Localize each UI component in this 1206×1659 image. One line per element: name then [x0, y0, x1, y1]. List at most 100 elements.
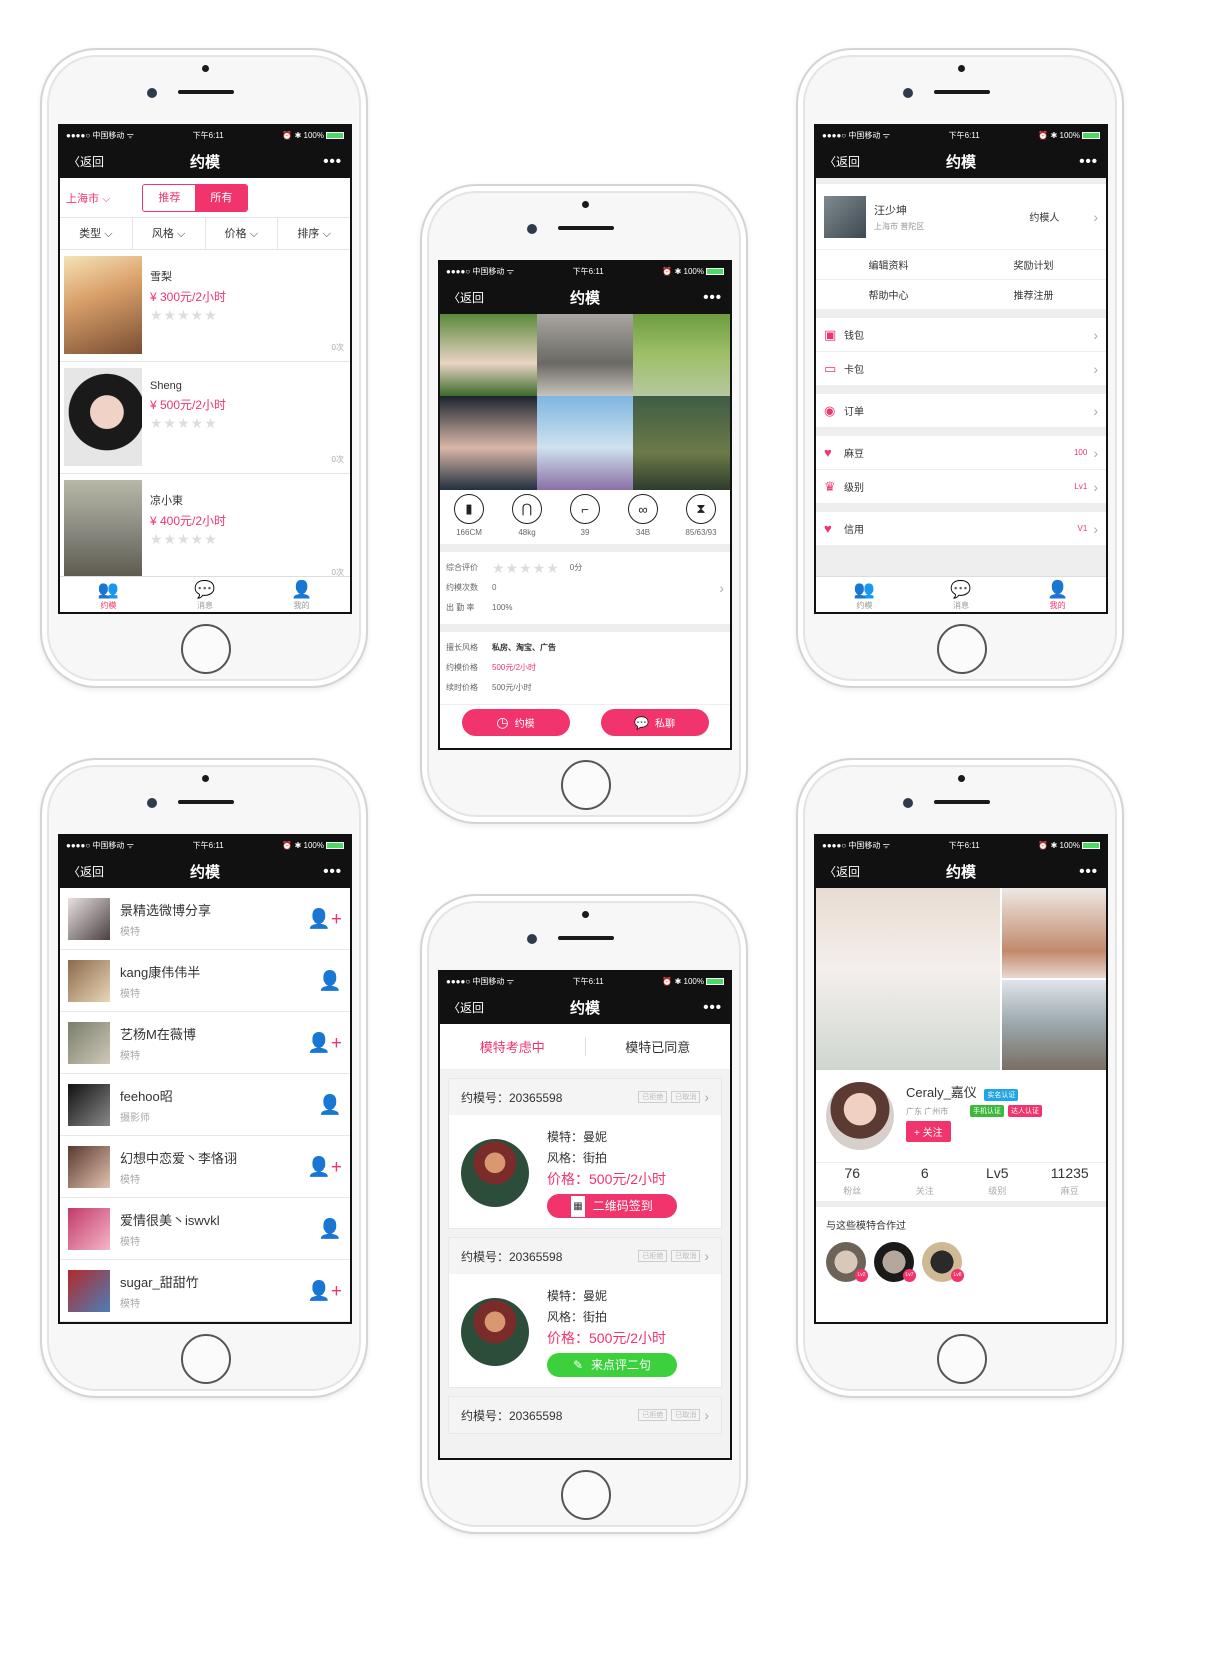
collaborator-avatar[interactable]: Lv2	[826, 1242, 868, 1282]
home-button[interactable]	[561, 760, 611, 810]
list-item[interactable]: 雪梨 ¥ 300元/2小时 ★★★★★ 0次	[60, 250, 350, 362]
follow-user-icon[interactable]: 👤+	[307, 1155, 342, 1179]
spec-cup: ∞ 34B	[614, 490, 672, 544]
list-item[interactable]: feehoo昭 摄影师 👤	[60, 1074, 350, 1136]
back-button[interactable]: 〈返回	[448, 289, 484, 306]
tab-messages[interactable]: 💬 消息	[157, 577, 254, 612]
nav-bar: 〈返回 约模 •••	[816, 144, 1106, 178]
home-button[interactable]	[561, 1470, 611, 1520]
list-item[interactable]: sugar_甜甜竹 模特 👤+	[60, 1260, 350, 1322]
sort-order[interactable]: 排序 ⌵	[278, 218, 350, 249]
tab-yuemo[interactable]: 👥 约模	[60, 577, 157, 612]
follow-user-icon[interactable]: 👤+	[307, 907, 342, 931]
stat-following[interactable]: 6 关注	[889, 1165, 962, 1199]
photo-gallery[interactable]	[816, 888, 1106, 1070]
profile-header: Ceraly_嘉仪 实名认证 广东 广州市 手机认证 达人认证 + 关注	[816, 1070, 1106, 1163]
qr-checkin-button[interactable]: ▦ 二维码签到	[547, 1194, 677, 1218]
menu-orders[interactable]: ◉ 订单 ›	[816, 394, 1106, 428]
photo-gallery[interactable]	[440, 314, 730, 490]
reward-plan-link[interactable]: 奖励计划	[961, 257, 1106, 272]
follow-button[interactable]: + 关注	[906, 1121, 951, 1142]
more-button[interactable]: •••	[1079, 863, 1098, 880]
menu-wallet[interactable]: ▣ 钱包 ›	[816, 318, 1106, 352]
back-button[interactable]: 〈返回	[824, 863, 860, 880]
more-button[interactable]: •••	[323, 863, 342, 880]
stat-fans[interactable]: 76 粉丝	[816, 1165, 889, 1199]
list-item[interactable]: 景精选微博分享 模特 👤+	[60, 888, 350, 950]
segment-all[interactable]: 所有	[195, 184, 248, 211]
home-button[interactable]	[181, 624, 231, 674]
chat-button[interactable]: 💬 私聊	[600, 709, 709, 736]
rating-stars: ★★★★★	[492, 560, 560, 576]
followed-user-icon[interactable]: 👤	[318, 1093, 342, 1117]
tab-messages[interactable]: 💬 消息	[913, 577, 1010, 612]
chevron-right-icon: ›	[704, 1407, 709, 1423]
list-item[interactable]: kang康伟伟半 模特 👤	[60, 950, 350, 1012]
back-button[interactable]: 〈返回	[68, 863, 104, 880]
battery-indicator: ⏰ ✱ 100%	[1038, 841, 1100, 850]
quick-links: 帮助中心 推荐注册	[816, 280, 1106, 310]
carrier: ●●●●○ 中国移动 ᯤ	[822, 130, 890, 140]
menu-credit[interactable]: ♥ 信用 V1 ›	[816, 512, 1106, 546]
review-button[interactable]: ✎ 来点评二句	[547, 1353, 677, 1377]
sort-style[interactable]: 风格 ⌵	[133, 218, 206, 249]
follow-user-icon[interactable]: 👤+	[307, 1279, 342, 1303]
collaborator-avatar[interactable]: Lv8	[922, 1242, 964, 1282]
tab-me[interactable]: 👤 我的	[1009, 577, 1106, 612]
more-button[interactable]: •••	[1079, 153, 1098, 170]
spec-weight: ⋂ 48kg	[498, 490, 556, 544]
book-button[interactable]: ◷ 约模	[461, 709, 570, 736]
user-name: 汪少坤	[874, 204, 907, 217]
user-card[interactable]: 汪少坤 上海市 普陀区 约模人 ›	[816, 184, 1106, 250]
tab-me[interactable]: 👤 我的	[253, 577, 350, 612]
city-selector[interactable]: 上海市 ⌵	[66, 190, 110, 206]
tab-yuemo[interactable]: 👥 约模	[816, 577, 913, 612]
phone-verified-badge: 手机认证	[970, 1105, 1004, 1117]
list-item[interactable]: 幻想中恋爱丶李恪诩 模特 👤+	[60, 1136, 350, 1198]
sort-type[interactable]: 类型 ⌵	[60, 218, 133, 249]
more-button[interactable]: •••	[703, 999, 722, 1016]
home-button[interactable]	[937, 1334, 987, 1384]
back-button[interactable]: 〈返回	[824, 153, 860, 170]
back-button[interactable]: 〈返回	[68, 153, 104, 170]
back-button[interactable]: 〈返回	[448, 999, 484, 1016]
gallery-photo	[633, 314, 730, 396]
list-item[interactable]: Sheng ¥ 500元/2小时 ★★★★★ 0次	[60, 362, 350, 474]
edit-profile-link[interactable]: 编辑资料	[816, 257, 961, 272]
follow-user-icon[interactable]: 👤+	[307, 1031, 342, 1055]
tab-accepted[interactable]: 模特已同意	[584, 1037, 731, 1056]
list-item[interactable]: 爱情很美丶iswvkl 模特 👤	[60, 1198, 350, 1260]
home-button[interactable]	[181, 1334, 231, 1384]
order-card[interactable]: 约模号：20365598 已拒绝 已取消 › 模特：曼妮 风格：街拍 价格：500元/2小…	[448, 1078, 722, 1229]
more-button[interactable]: •••	[703, 289, 722, 306]
card-icon: ▭	[824, 360, 837, 376]
list-item[interactable]: 艺杨M在薇博 模特 👤+	[60, 1012, 350, 1074]
rejected-tag: 已拒绝	[638, 1250, 668, 1262]
phone-model-detail: ●●●●○ 中国移动 ᯤ 下午6:11 ⏰ ✱ 100% 〈返回 约模 ••• …	[420, 184, 748, 824]
collaborator-avatar[interactable]: Lv7	[874, 1242, 916, 1282]
followed-user-icon[interactable]: 👤	[318, 1217, 342, 1241]
more-button[interactable]: •••	[323, 153, 342, 170]
sort-price[interactable]: 价格 ⌵	[206, 218, 279, 249]
referral-link[interactable]: 推荐注册	[961, 287, 1106, 302]
model-location: 广东 广州市	[906, 1106, 949, 1116]
followed-user-icon[interactable]: 👤	[318, 969, 342, 993]
segment-recommend[interactable]: 推荐	[143, 185, 195, 211]
home-button[interactable]	[937, 624, 987, 674]
model-style: 风格：街拍	[547, 1310, 608, 1324]
help-center-link[interactable]: 帮助中心	[816, 287, 961, 302]
menu-level[interactable]: ♛ 级别 Lv1 ›	[816, 470, 1106, 504]
rating-section[interactable]: 综合评价 ★★★★★ 0分 约模次数 0 › 出 勤 率 100%	[440, 552, 730, 632]
order-card[interactable]: 约模号：20365598 已拒绝 已取消 ›	[448, 1396, 722, 1434]
stat-level: Lv5 级别	[985, 1165, 1009, 1196]
camera-icon: ◉	[824, 402, 836, 418]
list-item[interactable]: 凉小東 ¥ 400元/2小时 ★★★★★ 0次	[60, 474, 350, 586]
booking-label: 约模次数	[446, 583, 478, 592]
tab-pending[interactable]: 模特考虑中	[440, 1037, 585, 1056]
booking-count: 0次	[331, 343, 344, 352]
menu-beans[interactable]: ♥ 麻豆 100 ›	[816, 436, 1106, 470]
carrier: ●●●●○ 中国移动 ᯤ	[446, 976, 514, 986]
attendance-label: 出 勤 率	[446, 603, 475, 612]
order-card[interactable]: 约模号：20365598 已拒绝 已取消 › 模特：曼妮 风格：街拍 价格：500元/2小…	[448, 1237, 722, 1388]
menu-cards[interactable]: ▭ 卡包 ›	[816, 352, 1106, 386]
